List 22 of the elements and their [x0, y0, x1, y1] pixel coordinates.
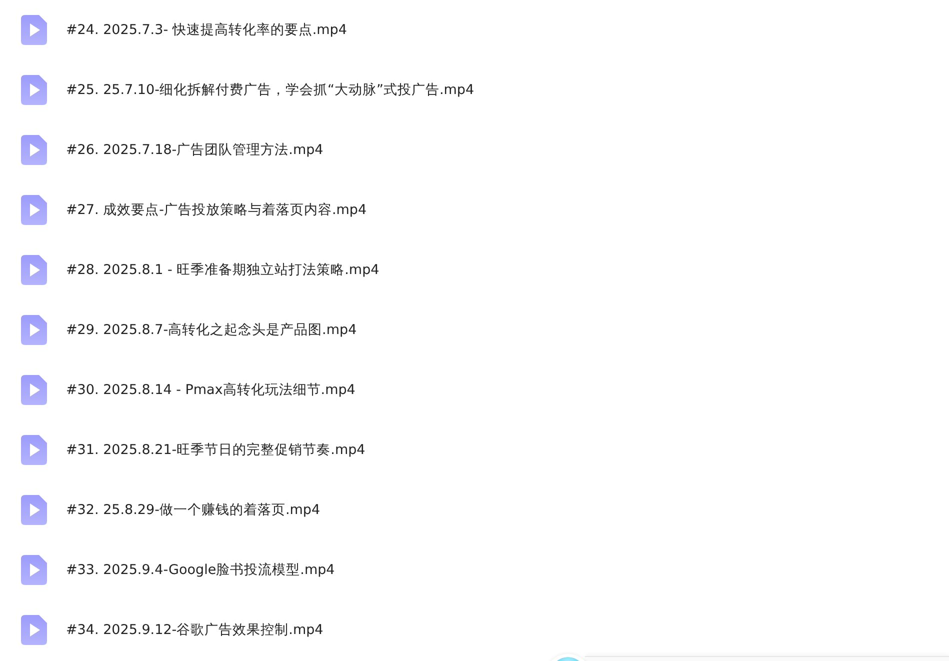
video-file-icon [21, 315, 47, 345]
video-file-icon [21, 495, 47, 525]
file-name[interactable]: #29. 2025.8.7-高转化之起念头是产品图.mp4 [66, 321, 357, 339]
file-name[interactable]: #33. 2025.9.4-Google脸书投流模型.mp4 [66, 561, 335, 579]
video-file-icon [21, 195, 47, 225]
video-file-icon [21, 75, 47, 105]
file-name[interactable]: #27. 成效要点-广告投放策略与着落页内容.mp4 [66, 201, 367, 219]
video-file-icon [21, 555, 47, 585]
video-file-icon [21, 615, 47, 645]
file-name[interactable]: #25. 25.7.10-细化拆解付费广告，学会抓“大动脉”式投广告.mp4 [66, 81, 474, 99]
file-name[interactable]: #30. 2025.8.14 - Pmax高转化玩法细节.mp4 [66, 381, 356, 399]
file-name[interactable]: #31. 2025.8.21-旺季节日的完整促销节奏.mp4 [66, 441, 366, 459]
file-name[interactable]: #32. 25.8.29-做一个赚钱的着落页.mp4 [66, 501, 320, 519]
video-file-icon [21, 135, 47, 165]
video-file-icon [21, 15, 47, 45]
video-file-icon [21, 375, 47, 405]
file-name[interactable]: #24. 2025.7.3- 快速提高转化率的要点.mp4 [66, 21, 347, 39]
file-name[interactable]: #28. 2025.8.1 - 旺季准备期独立站打法策略.mp4 [66, 261, 380, 279]
file-name[interactable]: #26. 2025.7.18-广告团队管理方法.mp4 [66, 141, 324, 159]
video-file-icon [21, 435, 47, 465]
file-name[interactable]: #34. 2025.9.12-谷歌广告效果控制.mp4 [66, 621, 324, 639]
video-file-icon [21, 255, 47, 285]
